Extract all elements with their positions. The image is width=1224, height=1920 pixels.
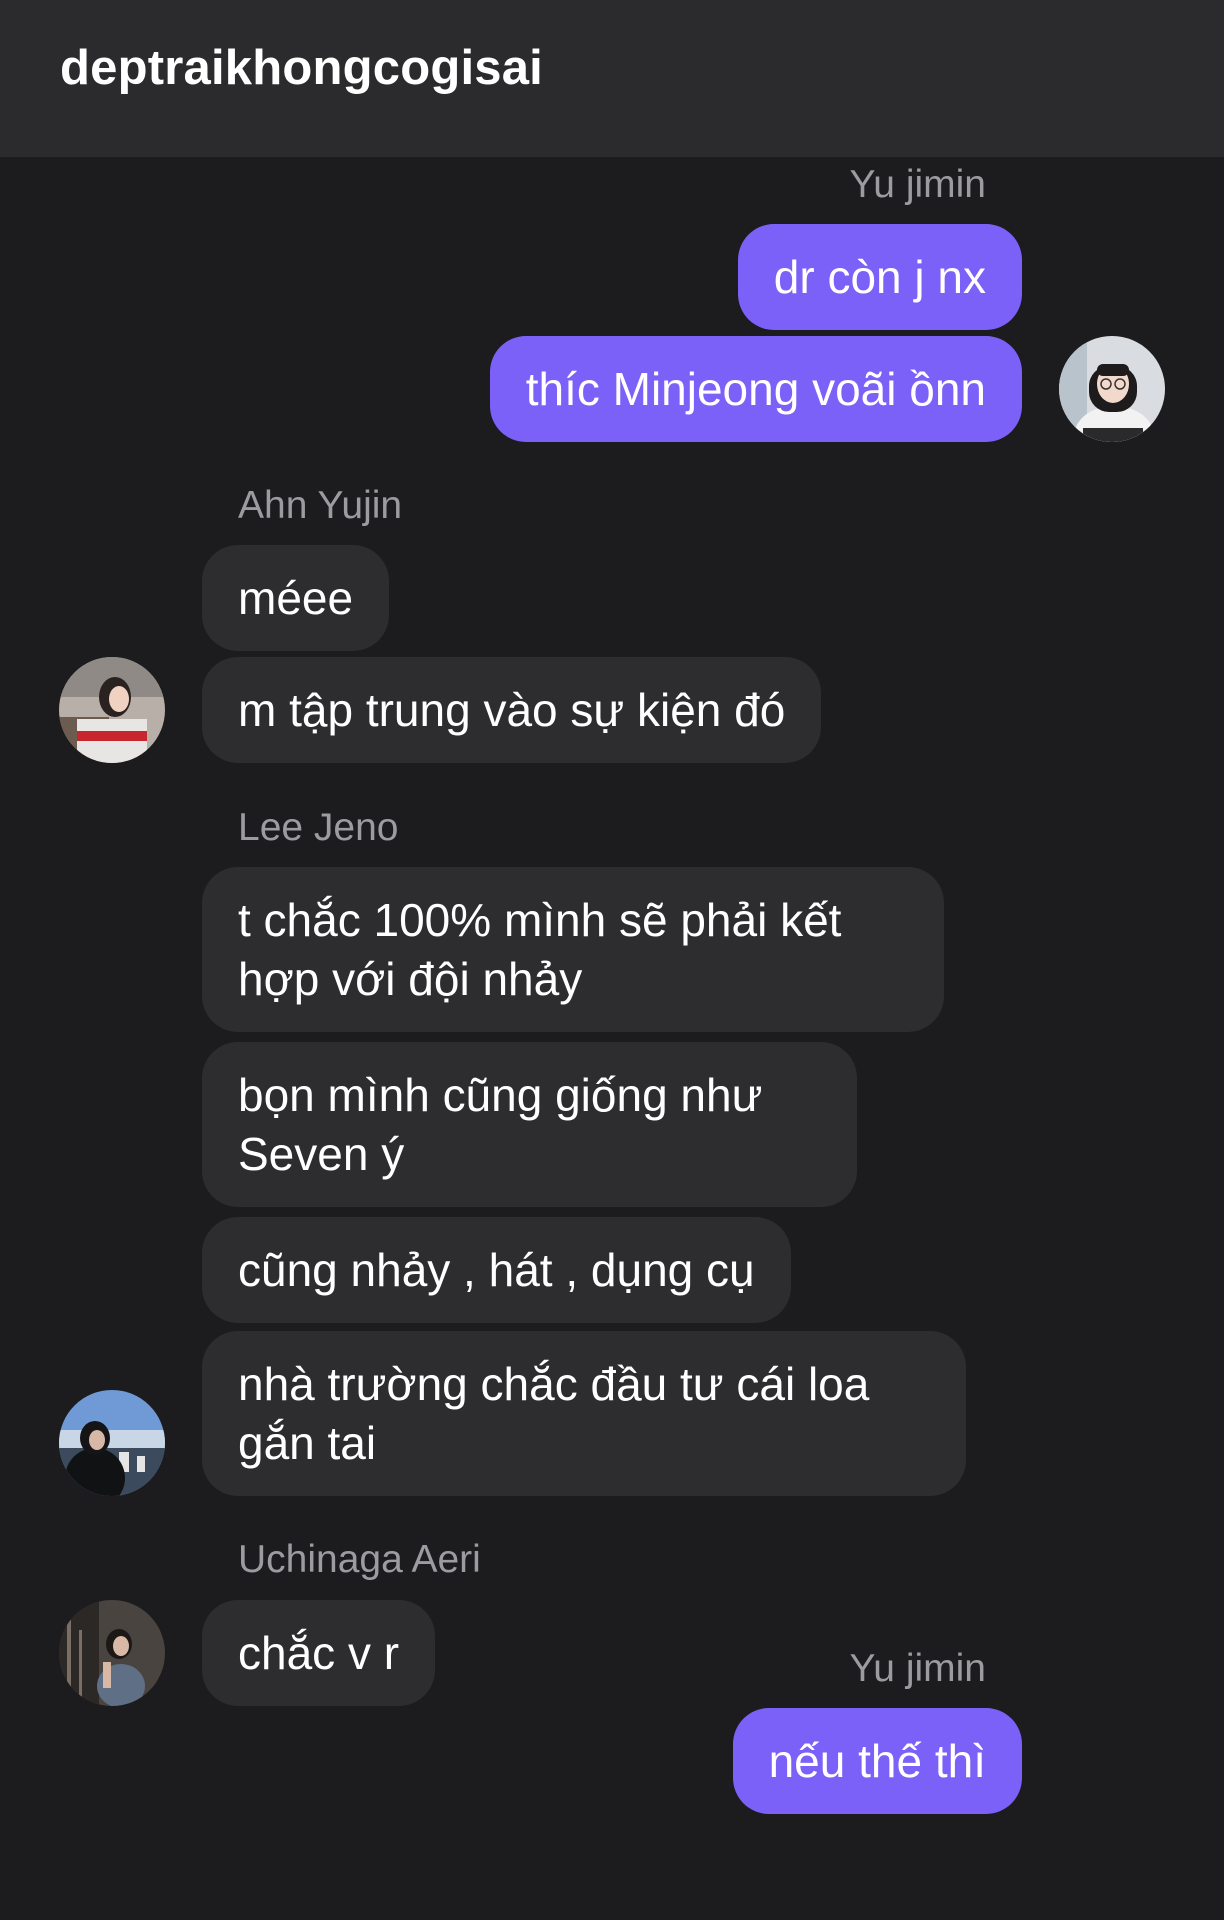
- message-text: t chắc 100% mình sẽ phải kết hợp với đội…: [238, 893, 842, 1005]
- message-bubble[interactable]: dr còn j nx: [737, 224, 1022, 330]
- avatar-lee-jeno[interactable]: [59, 1390, 165, 1496]
- message-bubble[interactable]: nhà trường chắc đầu tư cái loa gắn tai: [202, 1331, 966, 1496]
- sender-name: Ahn Yujin: [238, 484, 403, 527]
- chat-title[interactable]: deptraikhongcogisai: [60, 40, 543, 96]
- message-text: m tập trung vào sự kiện đó: [238, 683, 786, 736]
- message-text: méee: [238, 571, 354, 624]
- chat-screen: deptraikhongcogisai Yu jimin dr còn j nx…: [0, 0, 1224, 1920]
- message-bubble[interactable]: méee: [202, 545, 390, 651]
- message-text: bọn mình cũng giống như Seven ý: [238, 1068, 763, 1180]
- avatar-yu-jimin[interactable]: [1059, 336, 1165, 442]
- message-text: dr còn j nx: [773, 250, 986, 303]
- avatar-uchinaga-aeri[interactable]: [59, 1600, 165, 1706]
- avatar-ahn-yujin[interactable]: [59, 657, 165, 763]
- chat-header: deptraikhongcogisai: [0, 0, 1224, 157]
- message-bubble[interactable]: m tập trung vào sự kiện đó: [202, 657, 822, 763]
- sender-name: Uchinaga Aeri: [238, 1538, 481, 1581]
- message-list[interactable]: Yu jimin dr còn j nx thíc Minjeong voãi …: [0, 157, 1224, 1920]
- message-bubble[interactable]: t chắc 100% mình sẽ phải kết hợp với đội…: [202, 867, 944, 1032]
- sender-name: Lee Jeno: [238, 806, 399, 849]
- sender-name: Yu jimin: [849, 163, 986, 206]
- message-text: nếu thế thì: [768, 1734, 986, 1787]
- message-bubble[interactable]: thíc Minjeong voãi ồnn: [489, 336, 1022, 442]
- message-bubble[interactable]: chắc v r: [202, 1600, 436, 1706]
- message-text: chắc v r: [238, 1626, 400, 1679]
- message-bubble[interactable]: cũng nhảy , hát , dụng cụ: [202, 1217, 791, 1323]
- message-text: nhà trường chắc đầu tư cái loa gắn tai: [238, 1357, 870, 1469]
- message-text: thíc Minjeong voãi ồnn: [525, 362, 986, 415]
- sender-name: Yu jimin: [849, 1647, 986, 1690]
- message-bubble[interactable]: bọn mình cũng giống như Seven ý: [202, 1042, 857, 1207]
- message-bubble[interactable]: nếu thế thì: [732, 1708, 1022, 1814]
- message-text: cũng nhảy , hát , dụng cụ: [238, 1243, 755, 1296]
